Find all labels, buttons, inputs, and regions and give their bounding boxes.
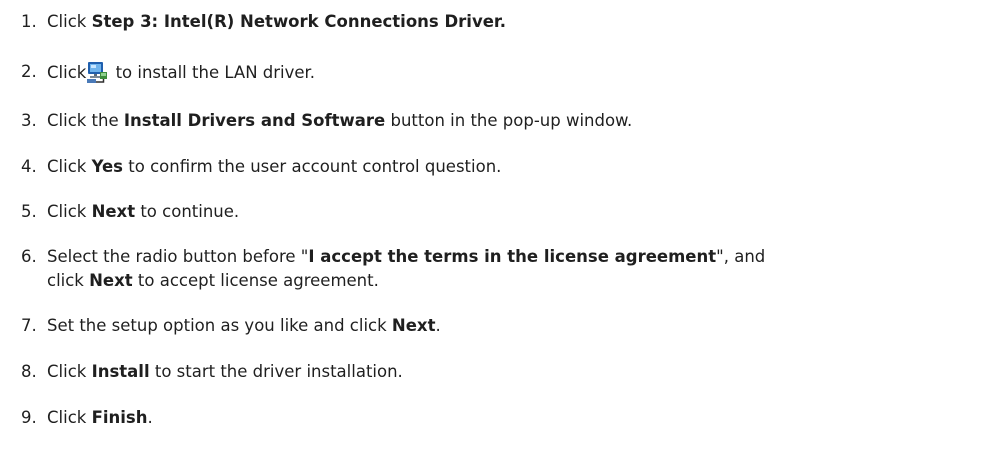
step-text-plain: Click [47, 362, 92, 381]
step-number: 7. [21, 316, 37, 335]
lan-driver-icon [87, 62, 108, 83]
step-text-plain: to confirm the user account control ques… [123, 157, 502, 176]
step-number: 1. [21, 12, 37, 31]
step-text-plain: Click [47, 12, 92, 31]
step-text-plain: button in the pop-up window. [385, 111, 633, 130]
step-text-plain: ", and [716, 247, 766, 266]
step-text: Click Install to start the driver instal… [47, 360, 403, 383]
step-text-bold: Install [91, 362, 150, 381]
step-number: 5. [21, 202, 37, 221]
step-text-bold: Step 3: Intel(R) Network Connections Dri… [91, 12, 506, 31]
step-text-bold: Finish [91, 408, 148, 427]
step-text-plain: Click [47, 157, 92, 176]
step-text-plain: Set the setup option as you like and cli… [47, 316, 392, 335]
step-text-bold: Install Drivers and Software [123, 111, 386, 130]
step-text: Click Finish. [47, 406, 153, 429]
step-text-plain: to start the driver installation. [149, 362, 403, 381]
step-text-plain: Click the [47, 111, 124, 130]
step-number: 4. [21, 157, 37, 176]
step-text-plain: Click [47, 63, 87, 82]
step-text-plain: Select the radio button before " [47, 247, 309, 266]
step-text-plain: . [435, 316, 441, 335]
step-text-plain: to accept license agreement. [132, 271, 379, 290]
step-text-plain: click [47, 271, 90, 290]
installation-steps-list: 1. Click Step 3: Intel(R) Network Connec… [0, 0, 1006, 454]
step-number: 9. [21, 408, 37, 427]
step-text: Click Next to continue. [47, 200, 239, 223]
step-text-plain: to install the LAN driver. [110, 63, 316, 82]
step-text: Click Step 3: Intel(R) Network Connectio… [47, 10, 506, 33]
step-text: Click Yes to confirm the user account co… [47, 155, 501, 178]
step-text-line-1: Select the radio button before "I accept… [47, 245, 765, 268]
step-number: 8. [21, 362, 37, 381]
step-number: 6. [21, 247, 37, 266]
step-text-plain: Click [47, 408, 92, 427]
step-number: 2. [21, 62, 37, 81]
step-text: Set the setup option as you like and cli… [47, 314, 441, 337]
step-text: Click to install the LAN driver. [47, 60, 315, 84]
step-text-line-2: click Next to accept license agreement. [47, 269, 379, 292]
step-text-bold: Yes [91, 157, 124, 176]
step-text-bold: Next [391, 316, 436, 335]
step-text-bold: Next [89, 271, 133, 290]
step-text-bold: Next [91, 202, 136, 221]
step-number: 3. [21, 111, 37, 130]
step-text-plain: . [147, 408, 153, 427]
step-text-plain: Click [47, 202, 92, 221]
step-text: Click the Install Drivers and Software b… [47, 109, 632, 132]
step-text-bold: I accept the terms in the license agreem… [308, 247, 717, 266]
step-text-plain: to continue. [135, 202, 240, 221]
